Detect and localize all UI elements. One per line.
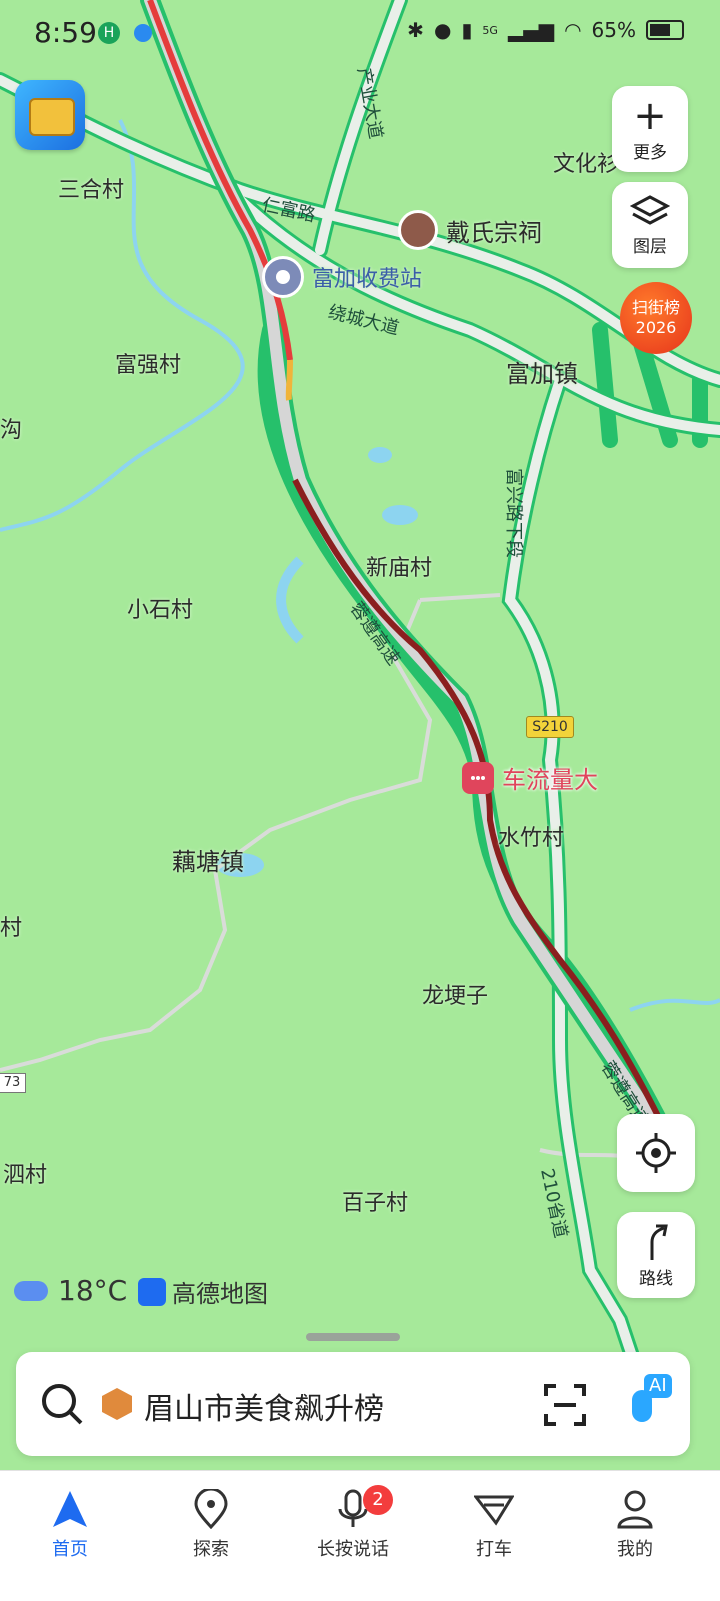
cloud-icon — [14, 1280, 48, 1301]
place-label: 村 — [0, 916, 23, 941]
toll-label: 富加收费站 — [312, 267, 423, 292]
mic-icon: ▮ — [461, 18, 473, 42]
ai-badge: AI — [644, 1374, 672, 1398]
location-pin-icon — [194, 1489, 228, 1529]
weather[interactable]: 18°C — [14, 1274, 127, 1307]
place-label: 百子村 — [342, 1191, 409, 1216]
location-icon: ● — [433, 18, 452, 42]
place-label: 泗村 — [3, 1163, 48, 1188]
chat-bubble-icon — [462, 761, 494, 794]
poi-temple[interactable]: 戴氏宗祠 — [398, 210, 542, 250]
toll-icon — [262, 256, 304, 298]
taxi-icon — [474, 1495, 514, 1526]
hot-list-label: 扫街榜 — [631, 298, 680, 317]
hot-list-button[interactable]: 扫街榜 2026 — [620, 282, 692, 354]
street-app-icon[interactable] — [15, 80, 85, 150]
plus-icon: + — [633, 92, 667, 139]
nav-taxi[interactable]: 打车 — [434, 1489, 554, 1561]
route-shield: S210 — [526, 716, 574, 738]
status-time: 8:59 — [34, 16, 97, 49]
battery-icon — [646, 20, 684, 40]
hot-list-year: 2026 — [635, 318, 677, 337]
route-shield: 73 — [0, 1073, 26, 1093]
locate-button[interactable] — [617, 1114, 695, 1192]
nav-home[interactable]: 首页 — [10, 1489, 130, 1561]
nav-label: 探索 — [193, 1539, 229, 1560]
signal-icon: ▂▄▆ — [507, 18, 555, 42]
scan-icon[interactable] — [544, 1384, 586, 1426]
nav-explore[interactable]: 探索 — [151, 1489, 271, 1561]
traffic-label: 车流量大 — [502, 766, 598, 794]
drag-handle[interactable] — [306, 1333, 400, 1341]
route-icon — [650, 1224, 668, 1260]
bluetooth-icon: ✱ — [407, 18, 424, 42]
nav-voice[interactable]: 2 长按说话 — [293, 1485, 413, 1561]
amap-logo-icon — [138, 1277, 166, 1306]
search-bar[interactable]: 眉山市美食飙升榜 AI — [16, 1352, 690, 1456]
status-bar: 8:59 H ✱ ● ▮ 5G ▂▄▆ ◠ 65% — [0, 0, 720, 64]
network-label: 5G — [482, 23, 498, 37]
locate-icon — [636, 1133, 676, 1173]
navigation-arrow-icon — [53, 1491, 87, 1527]
search-icon — [42, 1384, 83, 1425]
nav-label: 首页 — [52, 1539, 88, 1560]
nav-label: 我的 — [617, 1539, 653, 1560]
poi-toll-station[interactable]: 富加收费站 — [262, 256, 422, 298]
place-label: 文化衫 — [553, 152, 620, 177]
place-label: 龙埂子 — [422, 984, 489, 1009]
nav-label: 打车 — [476, 1539, 512, 1560]
user-icon — [617, 1490, 653, 1529]
place-label: 沟 — [0, 418, 23, 443]
bottom-nav: 首页 探索 2 长按说话 打车 我的 — [0, 1470, 720, 1601]
temple-label: 戴氏宗祠 — [446, 218, 542, 247]
place-label: 三合村 — [58, 178, 125, 203]
place-label: 新庙村 — [366, 556, 433, 581]
place-label: 富强村 — [115, 353, 182, 378]
h-icon: H — [98, 22, 120, 44]
traffic-alert[interactable]: 车流量大 — [462, 760, 598, 795]
layers-icon — [630, 194, 670, 225]
route-button[interactable]: 路线 — [617, 1212, 695, 1298]
status-right: ✱ ● ▮ 5G ▂▄▆ ◠ 65% — [407, 18, 684, 42]
search-text: 眉山市美食飙升榜 — [144, 1392, 384, 1427]
nav-label: 长按说话 — [317, 1539, 389, 1560]
place-label: 藕塘镇 — [172, 848, 244, 876]
wifi-icon: ◠ — [564, 18, 582, 42]
temple-icon — [398, 210, 438, 250]
trending-icon — [102, 1388, 132, 1420]
more-button[interactable]: + 更多 — [612, 86, 688, 172]
brand-logo: 高德地图 — [138, 1274, 268, 1309]
place-label: 水竹村 — [498, 826, 565, 851]
layers-button[interactable]: 图层 — [612, 182, 688, 268]
notification-badge: 2 — [363, 1485, 393, 1515]
ai-voice-button[interactable]: AI — [620, 1374, 680, 1434]
place-label: 富加镇 — [506, 360, 578, 388]
more-label: 更多 — [633, 142, 667, 163]
weather-temp: 18°C — [58, 1274, 128, 1307]
road-label: 富兴路下段 — [503, 468, 524, 558]
battery-text: 65% — [591, 18, 636, 42]
brand-name: 高德地图 — [172, 1280, 268, 1308]
nav-profile[interactable]: 我的 — [575, 1489, 695, 1561]
place-label: 小石村 — [127, 598, 194, 623]
shield-icon — [134, 24, 152, 42]
layers-label: 图层 — [633, 236, 667, 257]
route-label: 路线 — [639, 1268, 673, 1289]
